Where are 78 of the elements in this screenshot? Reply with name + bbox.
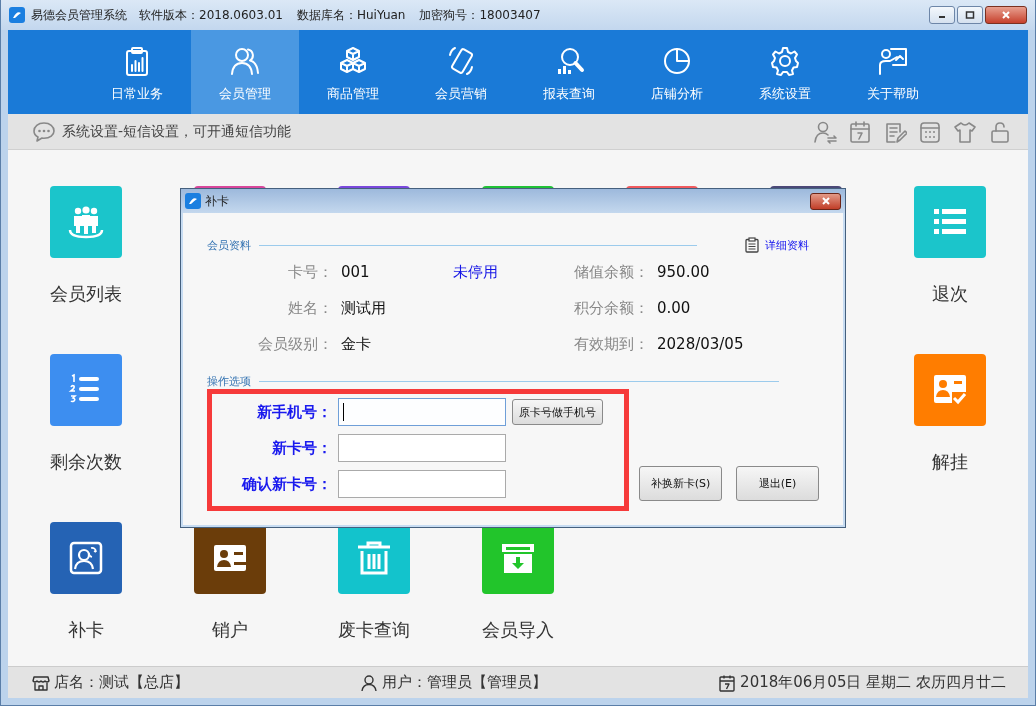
section-title: 会员资料 [207,237,251,253]
window-title: 易德会员管理系统 [31,6,127,24]
field-label: 会员级别： [257,334,333,355]
tile-button[interactable] [914,186,986,258]
tile-label[interactable]: 会员列表 [50,284,122,304]
calendar-icon[interactable] [848,119,872,144]
tile-label[interactable]: 废卡查询 [338,620,410,640]
tile-button[interactable] [50,186,122,258]
input-label: 新卡号： [271,438,332,458]
tile-label[interactable]: 补卡 [68,620,104,640]
nav-tab[interactable]: 系统设置 [731,30,839,114]
settings-icon [769,45,801,77]
clipboard-icon [745,237,759,253]
input-field[interactable] [338,398,506,426]
calculator-icon[interactable] [918,119,942,144]
help-board-icon [877,45,909,77]
shop-icon [32,673,50,692]
app-logo-icon [185,193,201,209]
app-logo-icon [9,7,25,23]
pie-chart-icon [661,45,693,77]
store-name: 店名：测试【总店】 [54,673,189,692]
tshirt-icon[interactable] [953,119,977,144]
action-button[interactable]: 补换新卡(S) [639,466,722,501]
tile-label[interactable]: 退次 [932,284,968,304]
dialog-title: 补卡 [205,192,229,210]
field-value: 001 [340,262,371,283]
status-text: 未停用 [453,262,499,283]
user-swap-icon[interactable] [813,119,837,144]
close-icon [820,196,831,206]
nav-tab[interactable]: 日常业务 [83,30,191,114]
field-label: 卡号： [287,262,333,283]
tile-label[interactable]: 剩余次数 [50,452,122,472]
lock-icon[interactable] [988,119,1012,144]
field-value: 金卡 [340,334,372,355]
field-label: 姓名： [287,298,333,319]
minimize-button[interactable] [929,6,955,24]
tile-label[interactable]: 销户 [212,620,248,640]
notice-text: 系统设置-短信设置，可开通短信功能 [62,122,292,141]
field-value: 测试用 [340,298,387,319]
users-icon [229,45,261,77]
tile-button[interactable] [914,354,986,426]
nav-tab[interactable]: 店铺分析 [623,30,731,114]
field-value: 950.00 [656,262,711,283]
date-text: 2018年06月05日 星期二 农历四月廿二 [740,673,1006,692]
field-label: 储值余额： [573,262,649,283]
nav-tab[interactable]: 商品管理 [299,30,407,114]
field-label: 有效期到： [573,334,649,355]
tile-button[interactable] [50,354,122,426]
user-icon [360,673,379,692]
maximize-button[interactable] [957,6,983,24]
calendar-icon [718,673,737,692]
tile-label[interactable]: 会员导入 [482,620,554,640]
tile-label[interactable]: 解挂 [932,452,968,472]
close-button[interactable] [810,192,841,210]
input-field[interactable] [338,470,506,498]
input-label: 确认新卡号： [240,474,332,494]
dongle-text: 加密狗号：18003407 [419,6,541,24]
nav-tab[interactable]: 会员营销 [407,30,515,114]
section-title: 操作选项 [207,373,251,389]
version-text: 软件版本：2018.0603.01 [139,6,283,24]
detail-link[interactable]: 详细资料 [745,237,809,253]
maximize-icon [965,10,975,20]
chat-bubble-icon [32,120,56,143]
user-name: 用户：管理员【管理员】 [382,673,548,692]
nav-tab[interactable]: 关于帮助 [839,30,947,114]
text-cursor [343,403,344,421]
tile-button[interactable] [50,522,122,594]
input-label: 新手机号： [256,402,332,422]
action-button[interactable]: 退出(E) [736,466,819,501]
database-text: 数据库名：HuiYuan [297,6,406,24]
nav-tab[interactable]: 报表查询 [515,30,623,114]
field-value: 2028/03/05 [656,334,745,355]
field-label: 积分余额： [573,298,649,319]
field-value: 0.00 [656,298,692,319]
input-field[interactable] [338,434,506,462]
close-button[interactable] [985,6,1027,24]
close-icon [1001,10,1011,20]
copy-card-number-button[interactable]: 原卡号做手机号 [512,399,603,425]
